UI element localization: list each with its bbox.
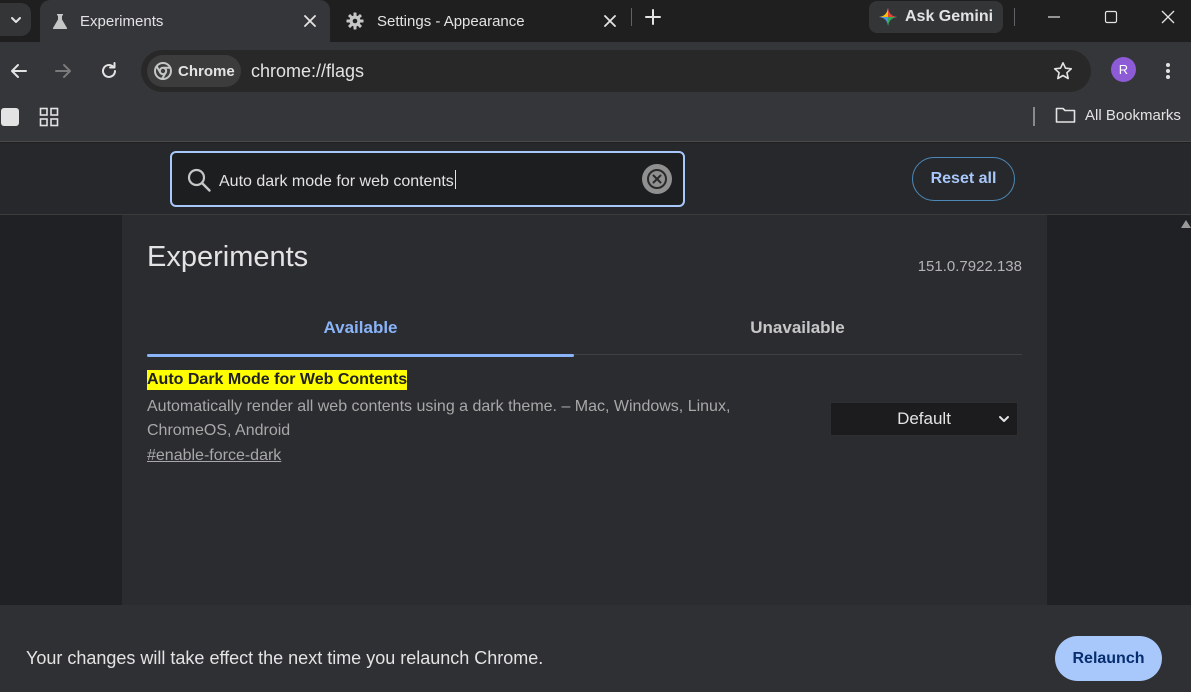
arrow-left-icon xyxy=(11,64,27,78)
relaunch-button[interactable]: Relaunch xyxy=(1055,636,1162,681)
tab-search-button[interactable] xyxy=(0,3,31,36)
close-icon[interactable] xyxy=(602,13,618,29)
site-info-chip[interactable]: Chrome xyxy=(147,55,241,87)
flask-icon xyxy=(51,12,69,30)
forward-button[interactable] xyxy=(51,59,75,83)
folder-icon xyxy=(1055,107,1076,123)
tab-title: Experiments xyxy=(80,12,164,30)
relaunch-message: Your changes will take effect the next t… xyxy=(26,648,544,668)
profile-avatar[interactable]: R xyxy=(1111,57,1136,82)
close-icon xyxy=(647,169,667,189)
search-query-text: Auto dark mode for web contents xyxy=(219,173,454,190)
chrome-logo-icon xyxy=(154,62,172,80)
ask-gemini-button[interactable]: Ask Gemini xyxy=(869,1,1003,33)
apps-grid-icon[interactable] xyxy=(39,107,59,127)
tab-settings-appearance[interactable]: Settings - Appearance xyxy=(334,0,630,42)
clear-search-button[interactable] xyxy=(642,164,672,194)
tab-unavailable[interactable]: Unavailable xyxy=(584,301,1011,355)
flag-description: Automatically render all web contents us… xyxy=(147,398,731,439)
ask-gemini-label: Ask Gemini xyxy=(905,8,994,25)
close-icon[interactable] xyxy=(302,13,318,29)
gemini-sparkle-icon xyxy=(879,8,897,26)
tab-title: Settings - Appearance xyxy=(377,12,525,30)
chrome-menu-button[interactable] xyxy=(1157,59,1179,83)
chip-label: Chrome xyxy=(178,62,235,80)
bookmarks-separator xyxy=(1033,107,1035,126)
relaunch-bar: Your changes will take effect the next t… xyxy=(0,605,1191,692)
chevron-down-icon xyxy=(10,16,21,23)
flag-state-select[interactable]: Default xyxy=(830,402,1018,436)
text-cursor xyxy=(454,170,456,189)
maximize-icon xyxy=(1104,10,1118,24)
minimize-icon xyxy=(1048,16,1060,18)
reload-button[interactable] xyxy=(97,59,121,83)
tab-available[interactable]: Available xyxy=(147,301,574,357)
flag-item: Auto Dark Mode for Web Contents Automati… xyxy=(147,370,1022,465)
plus-icon xyxy=(645,9,661,25)
flags-search-input[interactable]: Auto dark mode for web contents xyxy=(170,151,685,207)
chevron-down-icon xyxy=(999,416,1009,422)
tab-separator xyxy=(631,8,632,26)
tab-experiments[interactable]: Experiments xyxy=(40,0,330,42)
flag-name: Auto Dark Mode for Web Contents xyxy=(147,370,408,390)
bookmark-tile-icon[interactable] xyxy=(1,108,19,126)
close-icon xyxy=(1161,10,1175,24)
more-vertical-icon xyxy=(1166,63,1170,79)
arrow-right-icon xyxy=(55,64,71,78)
flag-state-value: Default xyxy=(897,409,951,428)
toolbar: Chrome chrome://flags R xyxy=(0,42,1191,100)
maximize-button[interactable] xyxy=(1083,0,1139,34)
bookmarks-bar: All Bookmarks xyxy=(0,100,1191,142)
reset-all-button[interactable]: Reset all xyxy=(912,157,1015,201)
flag-permalink[interactable]: #enable-force-dark xyxy=(147,447,281,465)
scrollbar-up-arrow[interactable] xyxy=(1181,220,1191,228)
bookmark-star-button[interactable] xyxy=(1051,59,1075,83)
search-icon xyxy=(187,168,211,192)
reload-icon xyxy=(102,62,116,78)
window-separator xyxy=(1014,8,1015,26)
tab-strip: Experiments Settings - Appearance Ask Ge… xyxy=(0,0,1191,42)
flags-tabs: Available Unavailable xyxy=(147,301,1022,357)
minimize-button[interactable] xyxy=(1026,0,1082,34)
flags-header: Auto dark mode for web contents Reset al… xyxy=(0,143,1191,215)
page-title: Experiments xyxy=(147,241,309,273)
gear-icon xyxy=(346,12,364,30)
back-button[interactable] xyxy=(7,59,31,83)
all-bookmarks-label: All Bookmarks xyxy=(1085,106,1181,124)
url-text[interactable]: chrome://flags xyxy=(251,61,364,82)
all-bookmarks-button[interactable]: All Bookmarks xyxy=(1055,106,1181,124)
window-close-button[interactable] xyxy=(1140,0,1191,34)
flags-content: Experiments 151.0.7922.138 Available Una… xyxy=(122,215,1047,605)
star-icon xyxy=(1053,62,1073,80)
omnibox[interactable]: Chrome chrome://flags xyxy=(141,50,1091,92)
new-tab-button[interactable] xyxy=(642,6,664,28)
chrome-version: 151.0.7922.138 xyxy=(917,258,1022,275)
